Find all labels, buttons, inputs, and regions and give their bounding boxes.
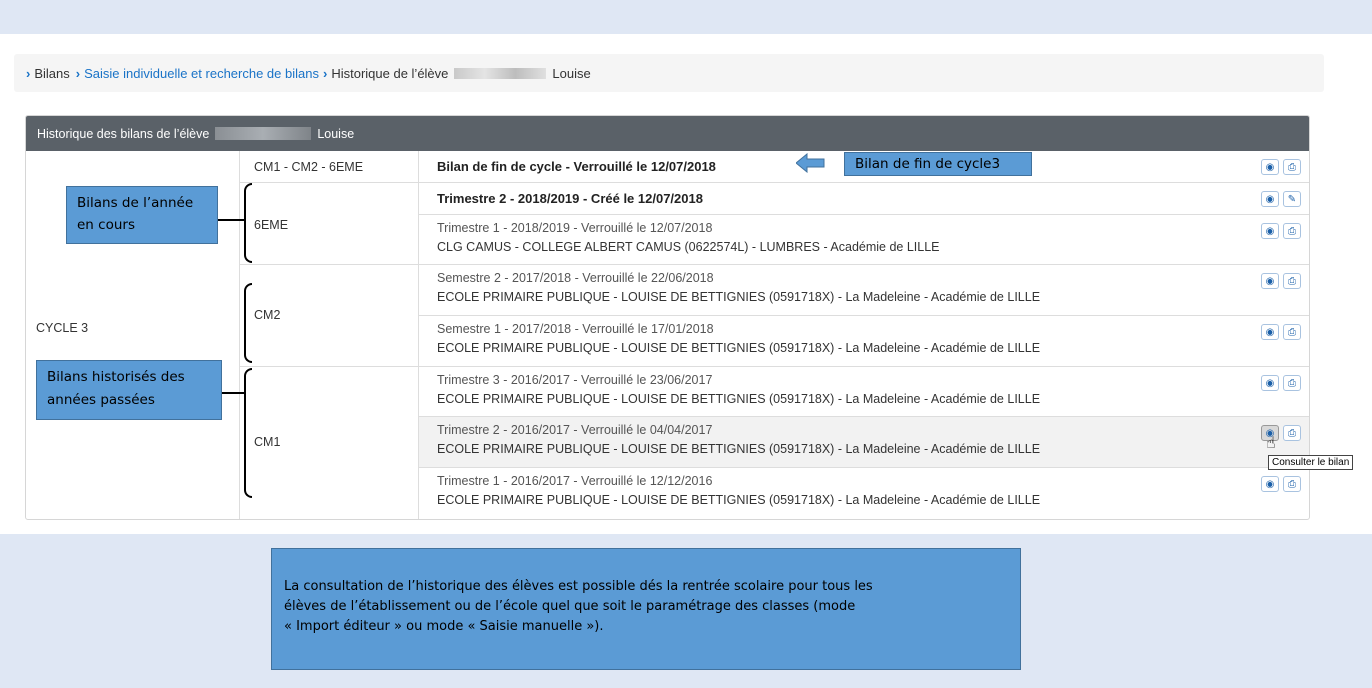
- row-title: Semestre 1 - 2017/2018 - Verrouillé le 1…: [437, 322, 714, 336]
- table-row: Semestre 1 - 2017/2018 - Verrouillé le 1…: [419, 316, 1309, 367]
- connector-line: [222, 392, 244, 394]
- row-school: ECOLE PRIMAIRE PUBLIQUE - LOUISE DE BETT…: [437, 392, 1041, 406]
- callout-line: en cours: [77, 217, 135, 233]
- callout-current-year: Bilans de l’année en cours: [66, 186, 218, 244]
- connector-line: [218, 219, 244, 221]
- info-note: La consultation de l’historique des élèv…: [271, 548, 1021, 670]
- breadcrumb-current-prefix: Historique de l’élève: [331, 65, 449, 81]
- print-icon[interactable]: ⎙: [1283, 476, 1301, 492]
- history-grid: CYCLE 3 CM1 - CM2 - 6EME 6EME CM2 CM1 Bi…: [26, 151, 1309, 519]
- bracket: [244, 283, 252, 363]
- note-line: « Import éditeur » ou mode « Saisie manu…: [284, 619, 604, 634]
- row-title: Bilan de fin de cycle - Verrouillé le 12…: [437, 159, 716, 174]
- chevron-right-icon: ›: [322, 65, 328, 81]
- table-row: Trimestre 3 - 2016/2017 - Verrouillé le …: [419, 367, 1309, 417]
- row-school: ECOLE PRIMAIRE PUBLIQUE - LOUISE DE BETT…: [437, 341, 1041, 355]
- print-icon[interactable]: ⎙: [1283, 223, 1301, 239]
- level-cell-cm2: CM2: [240, 265, 419, 367]
- level-cell-6eme: 6EME: [240, 183, 419, 265]
- bracket: [244, 368, 252, 498]
- callout-end-cycle: Bilan de fin de cycle3: [844, 152, 1032, 176]
- callout-line: Bilans de l’année: [77, 195, 194, 211]
- redacted-name: [215, 127, 312, 140]
- chevron-right-icon: ›: [75, 65, 81, 81]
- table-row: Trimestre 1 - 2018/2019 - Verrouillé le …: [419, 215, 1309, 265]
- row-title: Semestre 2 - 2017/2018 - Verrouillé le 2…: [437, 271, 714, 285]
- history-panel: Historique des bilans de l’élève Louise …: [25, 115, 1310, 520]
- breadcrumb: › Bilans › Saisie individuelle et recher…: [14, 54, 1324, 92]
- top-bar: [0, 0, 1372, 34]
- callout-line: Bilans historisés des: [47, 369, 185, 385]
- redacted-name: [454, 67, 547, 79]
- eye-icon[interactable]: ◉: [1261, 324, 1279, 340]
- eye-icon[interactable]: ◉: [1261, 273, 1279, 289]
- level-label: CM1 - CM2 - 6EME: [254, 160, 364, 174]
- callout-past-years: Bilans historisés des années passées: [36, 360, 222, 420]
- table-row: Semestre 2 - 2017/2018 - Verrouillé le 2…: [419, 265, 1309, 316]
- eye-icon[interactable]: ◉: [1261, 476, 1279, 492]
- print-icon[interactable]: ⎙: [1283, 425, 1301, 441]
- print-icon[interactable]: ⎙: [1283, 273, 1301, 289]
- row-school: ECOLE PRIMAIRE PUBLIQUE - LOUISE DE BETT…: [437, 442, 1041, 456]
- row-title: Trimestre 1 - 2016/2017 - Verrouillé le …: [437, 474, 713, 488]
- breadcrumb-bilans[interactable]: Bilans: [34, 66, 69, 81]
- level-label: 6EME: [254, 218, 289, 232]
- row-school: ECOLE PRIMAIRE PUBLIQUE - LOUISE DE BETT…: [437, 493, 1041, 507]
- row-title: Trimestre 3 - 2016/2017 - Verrouillé le …: [437, 373, 713, 387]
- tooltip: Consulter le bilan: [1268, 455, 1354, 470]
- eye-icon[interactable]: ◉: [1261, 191, 1279, 207]
- panel-title-suffix: Louise: [317, 126, 355, 141]
- table-row: Trimestre 2 - 2018/2019 - Créé le 12/07/…: [419, 183, 1309, 215]
- cycle-label: CYCLE 3: [36, 321, 89, 335]
- arrow-left-icon: [796, 153, 825, 173]
- panel-header: Historique des bilans de l’élève Louise: [26, 116, 1309, 151]
- hand-cursor-icon: ☝: [1266, 435, 1276, 452]
- bracket: [244, 183, 252, 263]
- row-school: ECOLE PRIMAIRE PUBLIQUE - LOUISE DE BETT…: [437, 290, 1041, 304]
- table-row: Trimestre 2 - 2016/2017 - Verrouillé le …: [419, 417, 1309, 468]
- level-label: CM2: [254, 308, 281, 322]
- eye-icon[interactable]: ◉: [1261, 223, 1279, 239]
- note-line: élèves de l’établissement ou de l’école …: [284, 599, 856, 614]
- edit-icon[interactable]: ✎: [1283, 191, 1301, 207]
- print-icon[interactable]: ⎙: [1283, 324, 1301, 340]
- level-cell-cm1: CM1: [240, 367, 419, 519]
- callout-line: années passées: [47, 392, 155, 408]
- chevron-right-icon: ›: [26, 65, 31, 81]
- note-line: La consultation de l’historique des élèv…: [284, 579, 873, 594]
- print-icon[interactable]: ⎙: [1283, 375, 1301, 391]
- row-title: Trimestre 2 - 2016/2017 - Verrouillé le …: [437, 423, 713, 437]
- row-title: Trimestre 2 - 2018/2019 - Créé le 12/07/…: [437, 191, 703, 206]
- row-school: CLG CAMUS - COLLEGE ALBERT CAMUS (062257…: [437, 240, 940, 254]
- breadcrumb-saisie-link[interactable]: Saisie individuelle et recherche de bila…: [84, 66, 319, 81]
- level-label: CM1: [254, 435, 281, 449]
- print-icon[interactable]: ⎙: [1283, 159, 1301, 175]
- breadcrumb-current-suffix: Louise: [552, 65, 591, 81]
- panel-title-prefix: Historique des bilans de l’élève: [37, 126, 210, 141]
- eye-icon[interactable]: ◉: [1261, 375, 1279, 391]
- table-row: Trimestre 1 - 2016/2017 - Verrouillé le …: [419, 468, 1309, 519]
- eye-icon[interactable]: ◉: [1261, 159, 1279, 175]
- row-title: Trimestre 1 - 2018/2019 - Verrouillé le …: [437, 221, 713, 235]
- level-cell-end: CM1 - CM2 - 6EME: [240, 151, 419, 183]
